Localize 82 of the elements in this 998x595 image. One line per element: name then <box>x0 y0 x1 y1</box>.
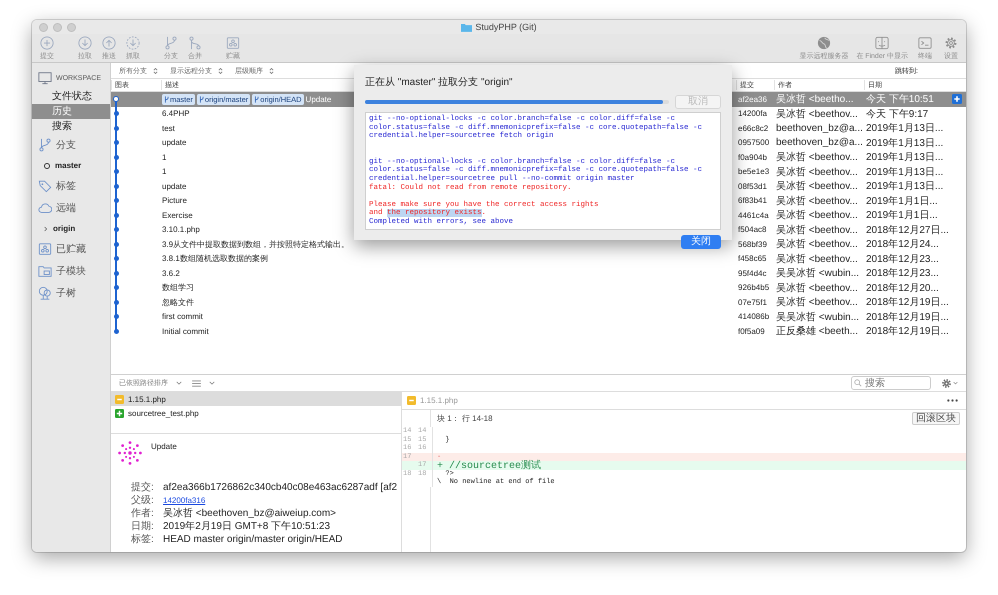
commit-hash: 414086b <box>737 312 770 322</box>
field-value: 2019年2月19日 GMT+8 下午10:51:23 <box>163 521 332 533</box>
commit-message: 1 <box>162 152 166 162</box>
commit-hash: be5e1e3 <box>737 167 770 176</box>
commit-message: Picture <box>162 196 187 206</box>
commit-message: 3.6.2 <box>162 268 180 278</box>
commit-hash: 0957500 <box>737 138 770 148</box>
commit-hash: 95f4d4c <box>737 268 768 278</box>
commit-author: 吴冰哲 <beethov... <box>775 166 859 179</box>
commit-date: 2018年12月24... <box>865 238 940 252</box>
commit-hash: 926b4b5 <box>737 283 770 292</box>
commit-message: first commit <box>162 312 203 322</box>
commit-message: 3.9从文件中提取数据到数组，并按照特定格式输出。 <box>162 238 350 250</box>
commit-author: 吴冰哲 <beetho... <box>775 92 855 106</box>
commit-date: 2019年1月13日... <box>865 122 944 136</box>
commit-date: 2018年12月23... <box>865 267 940 280</box>
commit-author: 吴冰哲 <beethov... <box>775 238 859 252</box>
commit-date: 2018年12月27日... <box>865 224 948 237</box>
commit-author: 吴吴冰哲 <wubin... <box>775 310 860 324</box>
commit-hash: e66c8c2 <box>737 124 770 133</box>
commit-hash: 07e75f1 <box>737 298 768 307</box>
commit-message: 3.8.1数组随机选取数据的案例 <box>162 253 268 264</box>
hunk-header: 块 1： 行 14-18 <box>436 413 493 424</box>
field-label: 父级: <box>131 495 155 507</box>
field-label: 标签: <box>131 534 155 546</box>
commit-author: 吴冰哲 <beethov... <box>775 224 859 237</box>
commit-hash: f0f5a09 <box>737 326 766 336</box>
commit-author: 吴冰哲 <beethov... <box>775 252 859 266</box>
commit-hash: 4461c4a <box>737 210 770 220</box>
commit-hash: 08f53d1 <box>737 182 768 191</box>
commit-author: beethoven_bz@a... <box>775 137 864 148</box>
commit-date: 2019年1月13日... <box>865 166 944 179</box>
commit-date: 2019年1月13日... <box>865 180 944 194</box>
commit-date: 2018年12月19日... <box>865 310 948 324</box>
commit-hash: f458c65 <box>737 254 768 264</box>
commit-message: 1 <box>162 167 166 176</box>
commit-hash: 14200fa <box>737 109 768 118</box>
field-value: af2ea366b1726862c340cb40c08e463ac6287adf [af2 <box>163 482 398 494</box>
commit-message: Update <box>306 94 332 104</box>
commit-summary: Update <box>151 442 177 451</box>
commit-author: 吴冰哲 <beethov... <box>775 150 859 164</box>
commit-date: 2019年1月1日... <box>865 209 939 222</box>
commit-author: 吴吴冰哲 <wubin... <box>775 266 860 280</box>
commit-date: 2019年1月1日... <box>865 194 939 208</box>
commit-hash: f504ac8 <box>737 225 768 234</box>
commit-date: 2018年12月20... <box>865 282 940 295</box>
commit-date: 2018年12月19日... <box>865 296 948 310</box>
commit-author: 吴冰哲 <beethov... <box>775 108 859 121</box>
commit-date: 2018年12月19日... <box>865 325 948 338</box>
commit-message: update <box>162 138 186 148</box>
window-title: StudyPHP (Git) <box>475 22 537 32</box>
commit-hash: 568bf39 <box>737 240 768 249</box>
diff-file-name: 1.15.1.php <box>420 396 458 405</box>
commit-message: test <box>162 124 175 133</box>
commit-date: 今天 下午9:17 <box>865 108 930 121</box>
field-label: 作者: <box>131 508 155 520</box>
commit-author: 正反桑雄 <beeth... <box>775 325 859 338</box>
field-value: HEAD master origin/master origin/HEAD <box>163 534 344 546</box>
commit-hash: 6f83b41 <box>737 196 768 206</box>
commit-message: 6.4PHP <box>162 109 190 118</box>
commit-hash: af2ea36 <box>737 94 768 104</box>
field-value: 吴冰哲 <beethoven_bz@aiweiup.com> <box>163 508 338 520</box>
commit-author: 吴冰哲 <beethov... <box>775 282 859 295</box>
commit-author: beethoven_bz@a... <box>775 122 864 134</box>
commit-author: 吴冰哲 <beethov... <box>775 208 859 222</box>
commit-date: 2018年12月23... <box>865 252 940 266</box>
dialog-title: 正在从 "master" 拉取分支 "origin" <box>365 76 514 89</box>
commit-message: Initial commit <box>162 326 209 336</box>
commit-message: 忽略文件 <box>162 296 194 308</box>
commit-author: 吴冰哲 <beethov... <box>775 296 859 310</box>
commit-message: 3.10.1.php <box>162 225 200 234</box>
field-label: 日期: <box>131 521 155 533</box>
commit-date: 2019年1月13日... <box>865 136 944 150</box>
field-label: 提交: <box>131 482 155 494</box>
commit-author: 吴冰哲 <beethov... <box>775 180 859 194</box>
commit-message: update <box>162 182 186 191</box>
commit-date: 2019年1月13日... <box>865 151 944 164</box>
commit-message: Exercise <box>162 210 193 220</box>
commit-date: 今天 下午10:51 <box>865 93 935 106</box>
commit-author: 吴冰哲 <beethov... <box>775 194 859 208</box>
commit-hash: f0a904b <box>737 152 768 162</box>
commit-message: 数组学习 <box>162 282 194 294</box>
